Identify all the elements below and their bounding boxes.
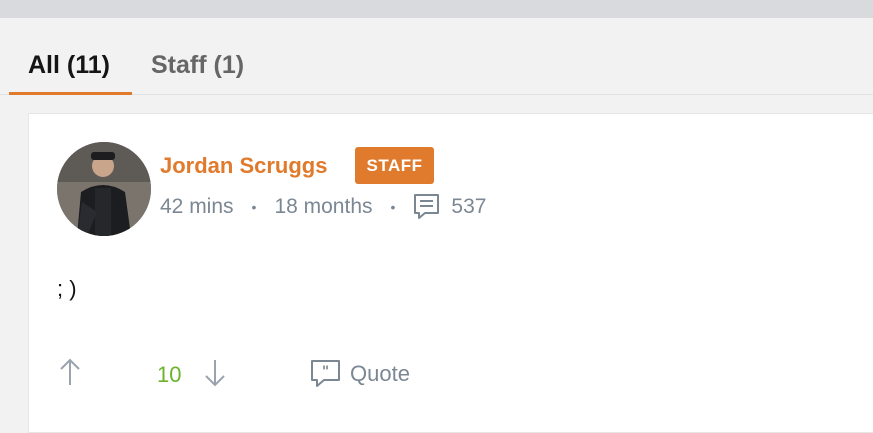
tab-all[interactable]: All (11) — [9, 48, 132, 95]
comment-count-icon — [414, 194, 440, 219]
upvote-arrow-icon[interactable] — [57, 357, 83, 389]
comment-actions: 10 " Quote — [57, 357, 477, 393]
avatar[interactable] — [57, 142, 151, 236]
member-duration: 18 months — [274, 195, 373, 218]
comment-card: Jordan Scruggs STAFF 42 mins • 18 months… — [28, 113, 873, 433]
comment-meta: 42 mins • 18 months • 537 — [160, 192, 486, 222]
top-banner-strip — [0, 0, 873, 18]
comment-body: ; ) — [57, 276, 77, 301]
meta-separator: • — [251, 199, 257, 215]
author-name[interactable]: Jordan Scruggs — [160, 152, 327, 180]
staff-badge: STAFF — [355, 147, 434, 184]
meta-separator: • — [390, 199, 396, 215]
posted-time: 42 mins — [160, 195, 234, 218]
tab-staff[interactable]: Staff (1) — [151, 48, 244, 95]
svg-text:": " — [322, 364, 329, 380]
downvote-arrow-icon[interactable] — [202, 357, 228, 389]
vote-score: 10 — [157, 362, 182, 387]
quote-button[interactable]: " Quote — [310, 357, 410, 391]
quote-icon: " — [311, 360, 340, 387]
quote-label: Quote — [350, 361, 410, 386]
comment-filter-tabs: All (11) Staff (1) — [0, 18, 873, 95]
post-count: 537 — [451, 195, 487, 218]
